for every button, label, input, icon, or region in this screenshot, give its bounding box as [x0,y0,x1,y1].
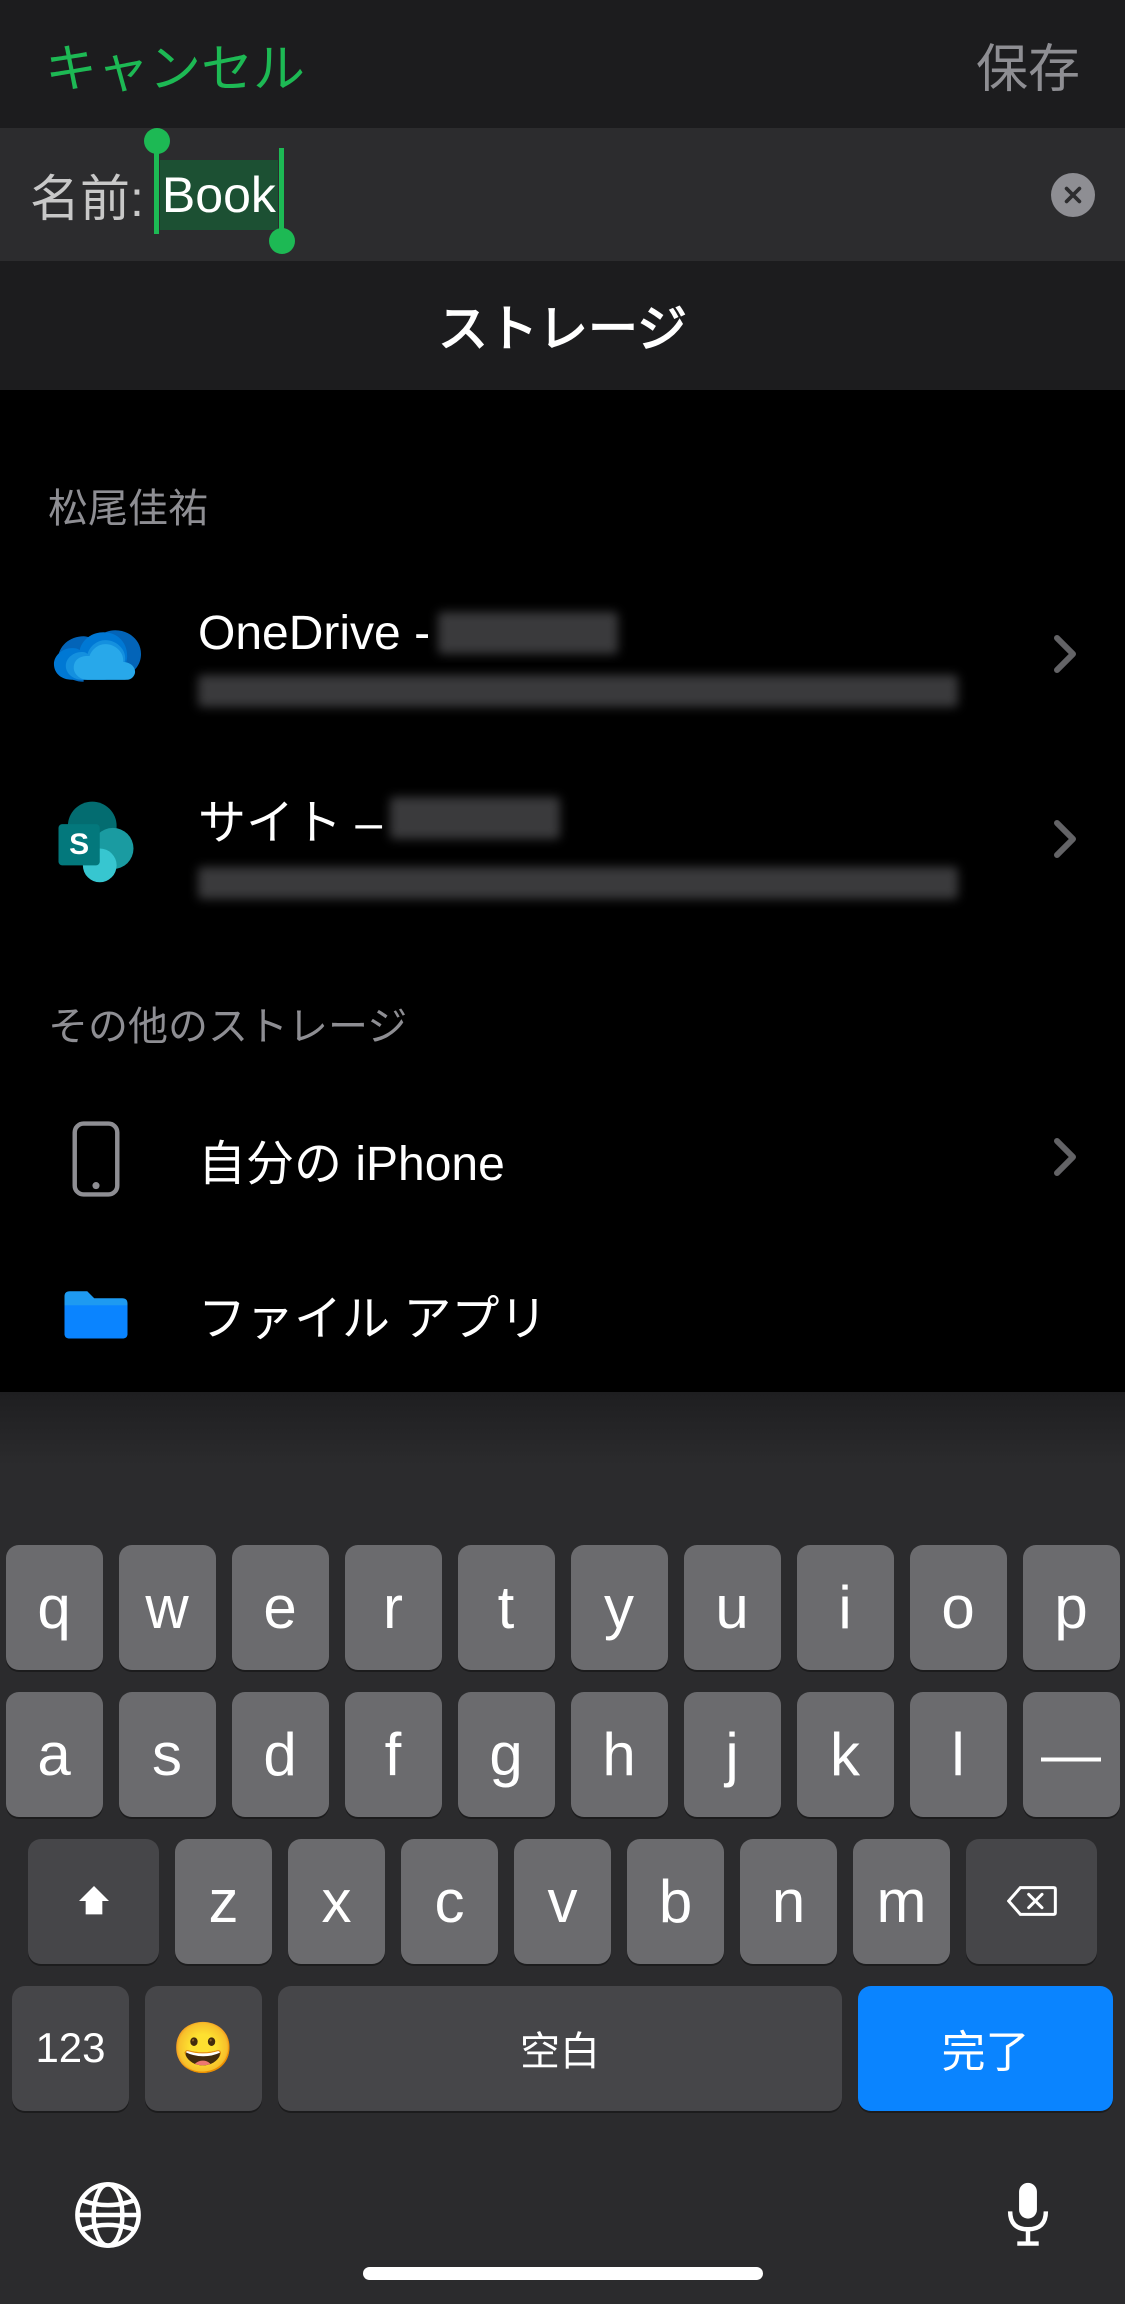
key-z[interactable]: z [175,1839,272,1964]
cancel-button[interactable]: キャンセル [45,27,305,102]
key-m[interactable]: m [853,1839,950,1964]
redacted-subtitle [198,675,958,707]
key-a[interactable]: a [6,1692,103,1817]
keyboard-row-3: z x c v b n m [12,1839,1113,1964]
storage-item-texts: ファイル アプリ [198,1279,1077,1349]
key-n[interactable]: n [740,1839,837,1964]
chevron-right-icon [1053,634,1077,679]
microphone-icon [1003,2179,1053,2251]
keyboard-row-4: 123 😀 空白 完了 [12,1986,1113,2111]
name-input[interactable]: Book [162,166,276,224]
key-h[interactable]: h [571,1692,668,1817]
key-d[interactable]: d [232,1692,329,1817]
key-y[interactable]: y [571,1545,668,1670]
key-i[interactable]: i [797,1545,894,1670]
close-icon [1062,184,1084,206]
backspace-icon [1007,1883,1057,1919]
key-o[interactable]: o [910,1545,1007,1670]
storage-item-files-app[interactable]: ファイル アプリ [0,1237,1125,1392]
onedrive-icon [48,609,143,704]
key-c[interactable]: c [401,1839,498,1964]
chevron-right-icon [1053,819,1077,864]
storage-list: 松尾佳祐 OneDrive - S サイト – [0,390,1125,1392]
storage-item-title: サイト – [198,783,382,853]
key-g[interactable]: g [458,1692,555,1817]
storage-item-title: OneDrive - [198,606,430,661]
key-u[interactable]: u [684,1545,781,1670]
storage-header: ストレージ [0,261,1125,389]
keyboard-row-2: a s d f g h j k l — [12,1692,1113,1817]
storage-item-iphone[interactable]: 自分の iPhone [0,1082,1125,1237]
emoji-icon: 😀 [172,2019,234,2078]
clear-text-button[interactable] [1051,173,1095,217]
key-done[interactable]: 完了 [858,1986,1113,2111]
key-emoji[interactable]: 😀 [145,1986,262,2111]
shift-icon [74,1881,114,1921]
key-f[interactable]: f [345,1692,442,1817]
key-e[interactable]: e [232,1545,329,1670]
redacted-text [438,612,618,654]
iphone-icon [48,1112,143,1207]
storage-item-title: 自分の iPhone [198,1124,1053,1194]
redacted-subtitle [198,867,958,899]
key-k[interactable]: k [797,1692,894,1817]
key-numbers[interactable]: 123 [12,1986,129,2111]
key-x[interactable]: x [288,1839,385,1964]
key-w[interactable]: w [119,1545,216,1670]
svg-text:S: S [69,828,89,861]
selection-handle-start-icon[interactable] [154,148,159,234]
name-row: 名前: Book [0,128,1125,261]
account-section-label: 松尾佳祐 [0,440,1125,564]
header: キャンセル 保存 [0,0,1125,128]
globe-icon [72,2179,144,2251]
key-backspace[interactable] [966,1839,1097,1964]
chevron-right-icon [1053,1137,1077,1182]
key-p[interactable]: p [1023,1545,1120,1670]
redacted-text [390,797,560,839]
selection-handle-end-icon[interactable] [279,148,284,234]
storage-item-texts: 自分の iPhone [198,1124,1053,1194]
key-v[interactable]: v [514,1839,611,1964]
other-section-label: その他のストレージ [0,934,1125,1082]
key-b[interactable]: b [627,1839,724,1964]
globe-button[interactable] [72,2179,144,2256]
storage-title: ストレージ [438,289,687,361]
key-j[interactable]: j [684,1692,781,1817]
key-r[interactable]: r [345,1545,442,1670]
storage-item-texts: サイト – [198,783,1053,899]
storage-item-title: ファイル アプリ [198,1279,1077,1349]
dictation-button[interactable] [1003,2179,1053,2256]
storage-item-onedrive[interactable]: OneDrive - [0,564,1125,749]
keyboard-row-1: q w e r t y u i o p [12,1545,1113,1670]
name-label: 名前: [30,159,144,231]
key-l[interactable]: l [910,1692,1007,1817]
sharepoint-icon: S [48,794,143,889]
home-indicator[interactable] [363,2267,763,2280]
key-q[interactable]: q [6,1545,103,1670]
key-shift[interactable] [28,1839,159,1964]
key-dash[interactable]: — [1023,1692,1120,1817]
key-space[interactable]: 空白 [278,1986,842,2111]
key-t[interactable]: t [458,1545,555,1670]
key-s[interactable]: s [119,1692,216,1817]
keyboard: q w e r t y u i o p a s d f g h j k l — … [0,1392,1125,2304]
folder-icon [48,1267,143,1362]
storage-item-sharepoint[interactable]: S サイト – [0,749,1125,934]
storage-item-texts: OneDrive - [198,606,1053,707]
save-button[interactable]: 保存 [976,27,1080,102]
